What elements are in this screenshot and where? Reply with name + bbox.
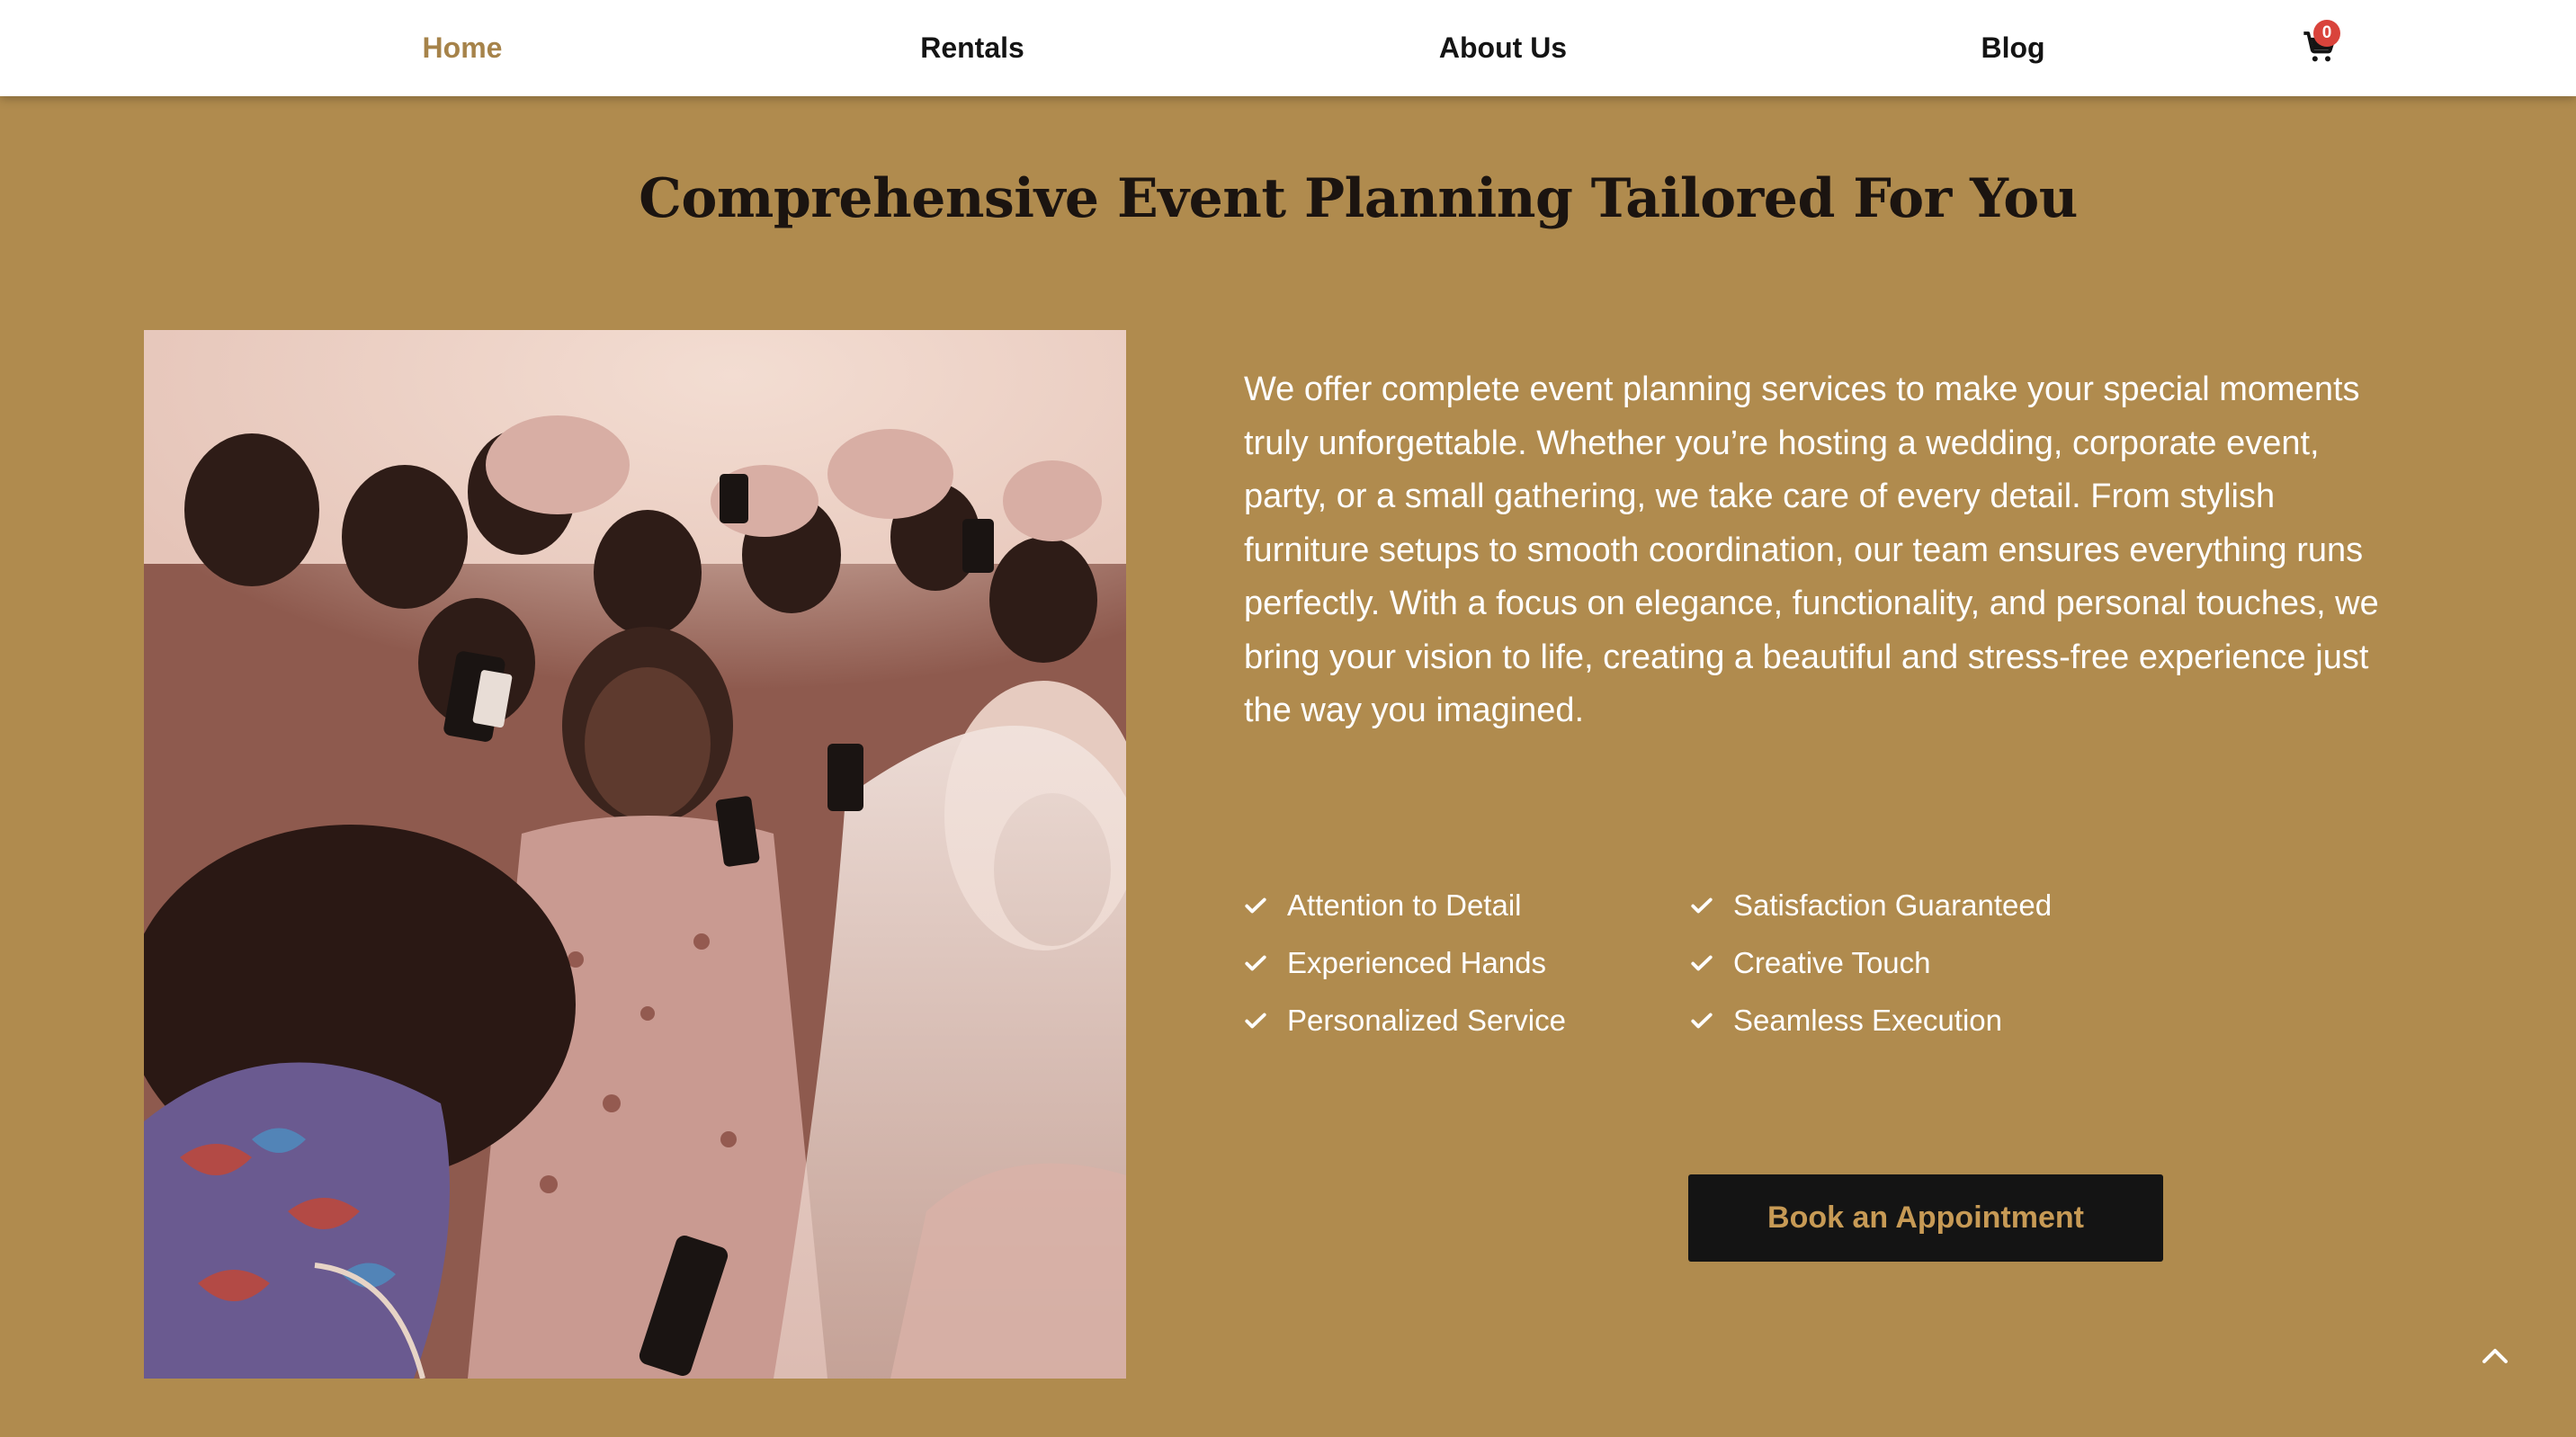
feature-label: Experienced Hands bbox=[1287, 946, 1547, 979]
check-icon bbox=[1691, 1013, 1713, 1029]
feature-label: Satisfaction Guaranteed bbox=[1733, 888, 2053, 922]
check-icon bbox=[1245, 1013, 1266, 1029]
feature-item: Personalized Service bbox=[1244, 992, 1566, 1049]
feature-item: Seamless Execution bbox=[1690, 992, 2052, 1049]
nav-blog[interactable]: Blog bbox=[1981, 0, 2044, 96]
check-icon bbox=[1245, 897, 1266, 914]
nav-rentals[interactable]: Rentals bbox=[920, 0, 1024, 96]
check-icon bbox=[1691, 897, 1713, 914]
feature-label: Personalized Service bbox=[1287, 1004, 1566, 1037]
feature-item: Creative Touch bbox=[1690, 934, 2052, 992]
nav-about-us[interactable]: About Us bbox=[1439, 0, 1567, 96]
feature-label: Attention to Detail bbox=[1287, 888, 1522, 922]
nav-home[interactable]: Home bbox=[423, 0, 503, 96]
feature-item: Experienced Hands bbox=[1244, 934, 1566, 992]
features-list-left: Attention to Detail Experienced Hands Pe… bbox=[1244, 877, 1566, 1049]
feature-item: Attention to Detail bbox=[1244, 877, 1566, 934]
section-description: We offer complete event planning service… bbox=[1244, 370, 2379, 729]
event-photo bbox=[144, 330, 1126, 1379]
feature-item: Satisfaction Guaranteed bbox=[1690, 877, 2052, 934]
feature-label: Creative Touch bbox=[1733, 946, 1931, 979]
top-navigation: Home Rentals About Us Blog 0 bbox=[0, 0, 2576, 96]
feature-label: Seamless Execution bbox=[1733, 1004, 2002, 1037]
features-list-right: Satisfaction Guaranteed Creative Touch S… bbox=[1690, 877, 2052, 1049]
book-appointment-button[interactable]: Book an Appointment bbox=[1688, 1174, 2163, 1262]
chevron-up-icon[interactable] bbox=[2477, 1340, 2513, 1370]
check-icon bbox=[1245, 955, 1266, 971]
cart-count-badge: 0 bbox=[2313, 20, 2340, 47]
check-icon bbox=[1691, 955, 1713, 971]
section-title: Comprehensive Event Planning Tailored Fo… bbox=[639, 167, 2078, 230]
